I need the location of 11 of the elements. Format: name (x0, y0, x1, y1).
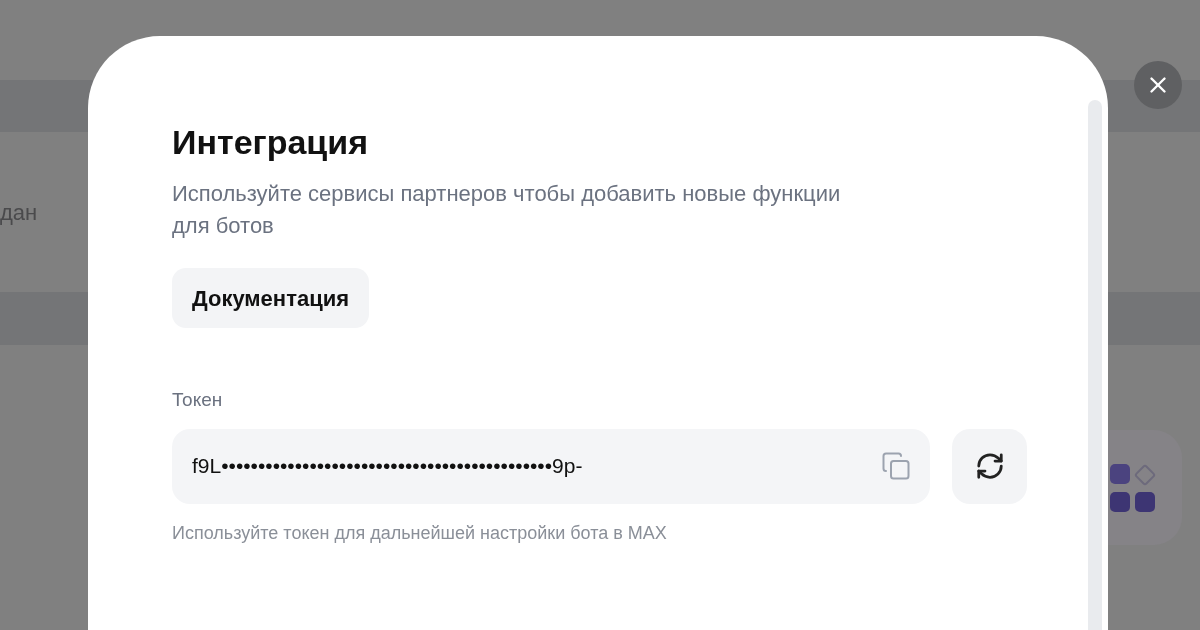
dialog-description: Используйте сервисы партнеров чтобы добавить новые функции для ботов (172, 180, 842, 240)
refresh-icon (974, 451, 1005, 481)
refresh-button[interactable] (952, 428, 1027, 504)
dialog-title: Интеграция (172, 122, 369, 162)
copy-icon (881, 451, 911, 481)
close-button[interactable] (1134, 61, 1182, 109)
token-value: f9L•••••••••••••••••••••••••••••••••••••••••••••9p- (192, 453, 583, 480)
token-hint: Используйте токен для дальнейшей настройки бота в MAX (172, 521, 668, 545)
token-field[interactable]: f9L•••••••••••••••••••••••••••••••••••••••••••••9p- (172, 428, 930, 504)
token-label: Токен (172, 388, 224, 412)
documentation-button[interactable]: Документация (172, 268, 370, 328)
